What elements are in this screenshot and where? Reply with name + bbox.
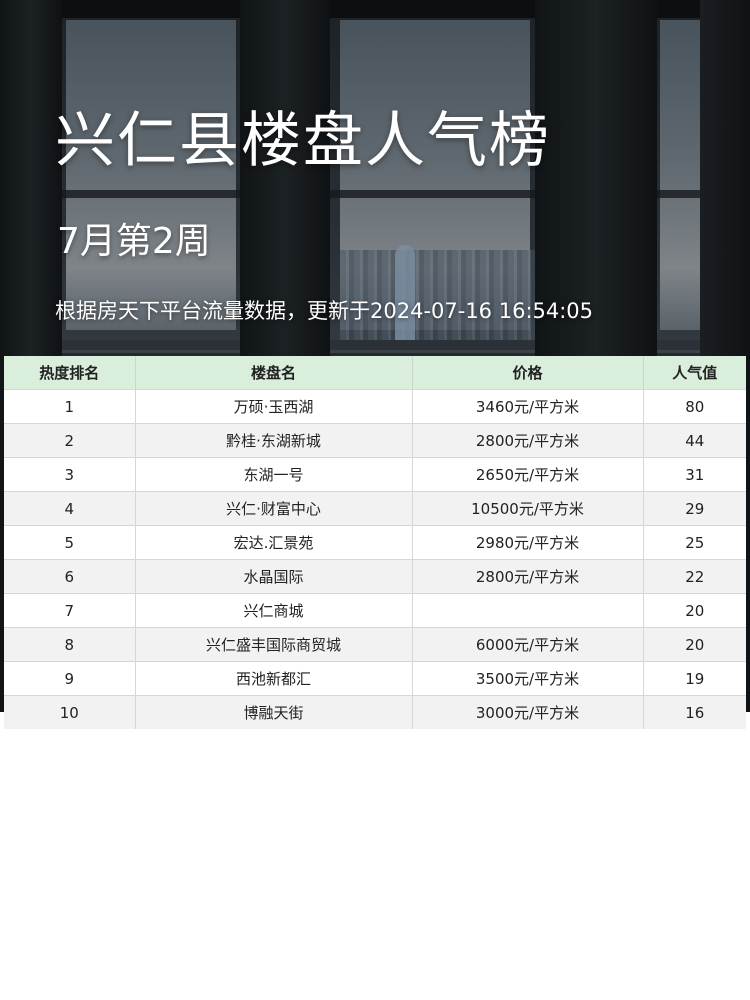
rank-cell: 10 — [4, 695, 136, 729]
price-cell: 3500元/平方米 — [412, 661, 644, 696]
price-cell: 2800元/平方米 — [412, 423, 644, 458]
column-header-popularity: 人气值 — [643, 356, 746, 390]
name-cell: 宏达.汇景苑 — [135, 525, 413, 560]
price-cell: 10500元/平方米 — [412, 491, 644, 526]
table-row: 1 万硕·玉西湖 3460元/平方米 80 — [4, 389, 746, 424]
period-label: 7月第2周 — [57, 221, 211, 262]
table-row: 6 水晶国际 2800元/平方米 22 — [4, 559, 746, 594]
popularity-cell: 25 — [643, 525, 746, 560]
popularity-cell: 80 — [643, 389, 746, 424]
table-row: 8 兴仁盛丰国际商贸城 6000元/平方米 20 — [4, 627, 746, 662]
rank-cell: 9 — [4, 661, 136, 696]
table-row: 5 宏达.汇景苑 2980元/平方米 25 — [4, 525, 746, 560]
table-row: 7 兴仁商城 20 — [4, 593, 746, 628]
popularity-cell: 44 — [643, 423, 746, 458]
name-cell: 水晶国际 — [135, 559, 413, 594]
name-cell: 黔桂·东湖新城 — [135, 423, 413, 458]
name-cell: 兴仁商城 — [135, 593, 413, 628]
popularity-cell: 19 — [643, 661, 746, 696]
price-cell — [412, 593, 644, 628]
ranking-table: 热度排名 楼盘名 价格 人气值 1 万硕·玉西湖 3460元/平方米 80 2 … — [4, 356, 746, 729]
name-cell: 万硕·玉西湖 — [135, 389, 413, 424]
popularity-cell: 16 — [643, 695, 746, 729]
table-row: 4 兴仁·财富中心 10500元/平方米 29 — [4, 491, 746, 526]
price-cell: 2980元/平方米 — [412, 525, 644, 560]
price-cell: 2800元/平方米 — [412, 559, 644, 594]
rank-cell: 3 — [4, 457, 136, 492]
popularity-cell: 29 — [643, 491, 746, 526]
popularity-cell: 31 — [643, 457, 746, 492]
column-header-rank: 热度排名 — [4, 356, 136, 390]
table-row: 2 黔桂·东湖新城 2800元/平方米 44 — [4, 423, 746, 458]
name-cell: 博融天街 — [135, 695, 413, 729]
rank-cell: 8 — [4, 627, 136, 662]
name-cell: 兴仁盛丰国际商贸城 — [135, 627, 413, 662]
rank-cell: 5 — [4, 525, 136, 560]
price-cell: 3460元/平方米 — [412, 389, 644, 424]
rank-cell: 4 — [4, 491, 136, 526]
price-cell: 2650元/平方米 — [412, 457, 644, 492]
column-header-name: 楼盘名 — [135, 356, 413, 390]
table-row: 3 东湖一号 2650元/平方米 31 — [4, 457, 746, 492]
rank-cell: 1 — [4, 389, 136, 424]
window-pane — [660, 20, 700, 330]
name-cell: 西池新都汇 — [135, 661, 413, 696]
price-cell: 6000元/平方米 — [412, 627, 644, 662]
skyline-tower — [395, 245, 415, 340]
rank-cell: 2 — [4, 423, 136, 458]
rank-cell: 7 — [4, 593, 136, 628]
table-row: 10 博融天街 3000元/平方米 16 — [4, 695, 746, 729]
popularity-cell: 22 — [643, 559, 746, 594]
popularity-cell: 20 — [643, 627, 746, 662]
column-header-price: 价格 — [412, 356, 644, 390]
table-row: 9 西池新都汇 3500元/平方米 19 — [4, 661, 746, 696]
name-cell: 东湖一号 — [135, 457, 413, 492]
update-note: 根据房天下平台流量数据，更新于2024-07-16 16:54:05 — [55, 299, 594, 323]
popularity-cell: 20 — [643, 593, 746, 628]
name-cell: 兴仁·财富中心 — [135, 491, 413, 526]
rank-cell: 6 — [4, 559, 136, 594]
table-header-row: 热度排名 楼盘名 价格 人气值 — [4, 356, 746, 390]
page-title: 兴仁县楼盘人气榜 — [55, 106, 551, 176]
price-cell: 3000元/平方米 — [412, 695, 644, 729]
